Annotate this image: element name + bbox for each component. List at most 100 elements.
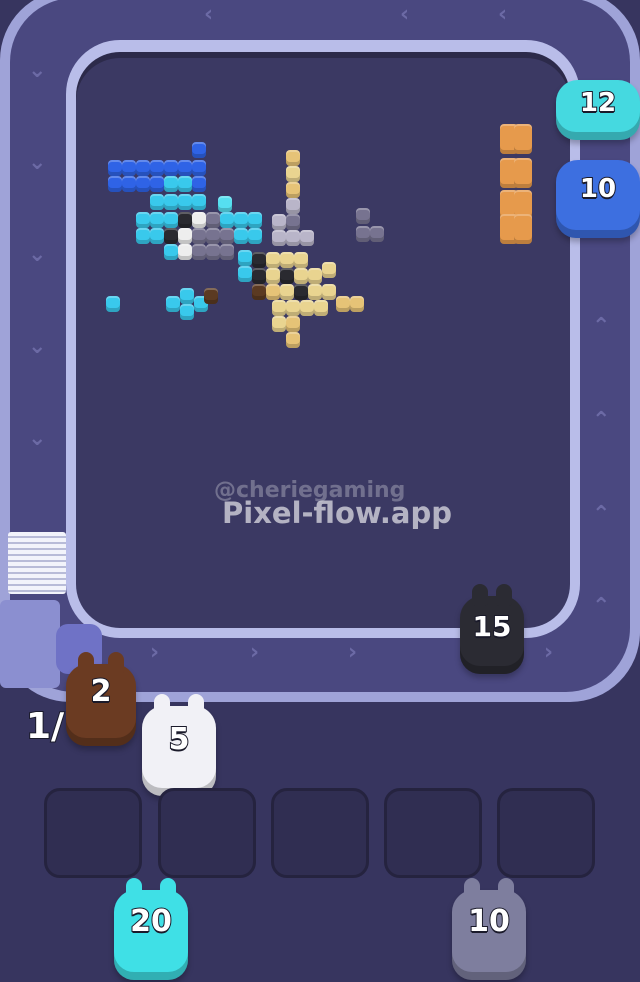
pixel-block [178,244,192,260]
entry-stairs [8,532,66,594]
pixel-block [308,268,322,284]
pixel-block [294,284,308,300]
shooter-black[interactable]: 15 [460,584,524,674]
pixel-block [150,176,164,192]
chevron-right-icon: › [150,640,160,665]
shooter-count: 10 [467,903,511,940]
pixel-block [164,228,178,244]
shooter-count: 2 [90,673,113,710]
chevron-left-icon: ‹ [204,2,214,27]
pixel-block [286,198,300,214]
pixel-block [266,268,280,284]
chevron-left-icon: ‹ [400,2,410,27]
pixel-block [280,268,294,284]
chevron-down-icon: ⌄ [28,242,47,267]
pixel-block [286,316,300,332]
pixel-block [206,228,220,244]
pixel-block [136,160,150,176]
chevron-down-icon: ⌄ [28,150,47,175]
shooter-count: 5 [168,721,191,758]
pixel-block [286,230,300,246]
pixel-block [178,194,192,210]
pixel-block [178,212,192,228]
pixel-block [280,284,294,300]
pixel-block [286,332,300,348]
shooter-blue-top[interactable]: 10 [556,160,640,238]
chevron-up-icon: ⌃ [592,594,611,619]
pixel-block [294,252,308,268]
shooter-count: 12 [579,87,617,119]
chevron-right-icon: › [544,640,554,665]
pixel-block [300,230,314,246]
pixel-block [248,228,262,244]
pixel-block [356,226,370,242]
pixel-block [220,212,234,228]
pixel-block [220,244,234,260]
pixel-block [286,150,300,166]
shooter-white-active[interactable]: 5 [142,694,216,796]
shooter-cyan-top[interactable]: 12 [556,80,640,140]
shooter-count: 20 [129,903,173,940]
pixel-block [218,196,232,212]
pixel-block [178,176,192,192]
pixel-block [356,208,370,224]
pixel-block [248,212,262,228]
shooter-brown[interactable]: 2 [66,652,136,746]
queue-slot-1[interactable] [44,788,142,878]
pixel-block [266,284,280,300]
pixel-block [286,214,300,230]
pixel-block [514,158,532,188]
pixel-block [150,228,164,244]
queue-slot-2[interactable] [158,788,256,878]
pixel-block [192,176,206,192]
pixel-block [164,176,178,192]
pixel-block [286,166,300,182]
pixel-block [164,212,178,228]
pixel-block [192,142,206,158]
pixel-block [122,160,136,176]
pixel-block [272,230,286,246]
pixel-block [204,288,218,304]
pixel-block [178,228,192,244]
pixel-block [294,268,308,284]
pixel-block [192,228,206,244]
pixel-block [234,228,248,244]
chevron-right-icon: › [250,640,260,665]
pixel-block [150,160,164,176]
pixel-block [308,284,322,300]
shooter-gray-waiting[interactable]: 10 [452,878,526,980]
pixel-block [280,252,294,268]
pixel-block [178,160,192,176]
queue-slot-4[interactable] [384,788,482,878]
pixel-block [252,252,266,268]
chevron-down-icon: ⌄ [28,426,47,451]
pixel-block [514,124,532,154]
queue-slot-5[interactable] [497,788,595,878]
shooter-cyan-waiting[interactable]: 20 [114,878,188,980]
pixel-block [192,244,206,260]
pixel-block [192,160,206,176]
pixel-block [336,296,350,312]
chevron-up-icon: ⌃ [592,502,611,527]
pixel-block [238,250,252,266]
pixel-block [252,284,266,300]
queue-slot-3[interactable] [271,788,369,878]
game-stage: ‹ ‹ ‹ ⌄ ⌄ ⌄ ⌄ ⌄ ⌃ ⌃ ⌃ ⌃ › › › › @cherieg… [0,0,640,982]
shooter-dispenser [0,600,60,688]
shooter-counter: 1/ [25,705,65,748]
pixel-block [164,194,178,210]
pixel-block [122,176,136,192]
pixel-block [272,214,286,230]
pixel-block [136,176,150,192]
pixel-block [286,182,300,198]
pixel-block [238,266,252,282]
pixel-block [136,212,150,228]
watermark-site: Pixel-flow.app [222,496,453,530]
pixel-block [322,284,336,300]
pixel-block [192,194,206,210]
pixel-block [350,296,364,312]
chevron-up-icon: ⌃ [592,314,611,339]
pixel-block [180,288,194,304]
pixel-block [150,212,164,228]
pixel-block [206,244,220,260]
